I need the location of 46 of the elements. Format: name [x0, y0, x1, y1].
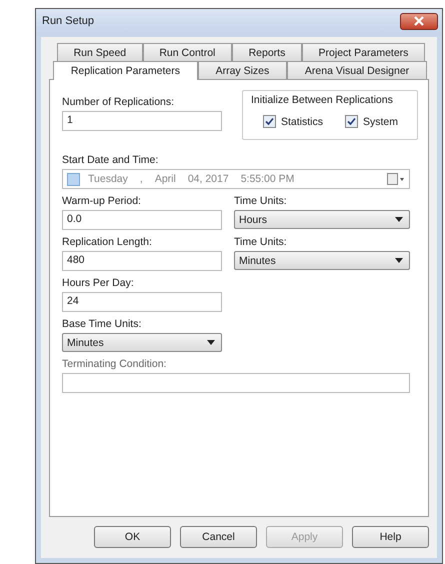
tab[interactable]: Reports: [232, 43, 302, 61]
date-part: ,: [140, 173, 143, 185]
tab[interactable]: Replication Parameters: [53, 61, 198, 80]
input-field[interactable]: 480: [62, 251, 222, 271]
checkbox-label: System: [363, 116, 398, 128]
dialog-button[interactable]: Cancel: [180, 526, 257, 548]
field-label: Warm-up Period:: [62, 195, 142, 207]
dialog-button[interactable]: Help: [352, 526, 429, 548]
date-time-picker[interactable]: Tuesday , April 04, 2017 5:55:00 PM: [62, 169, 410, 189]
input-field[interactable]: 1: [62, 111, 222, 131]
group-title: Initialize Between Replications: [251, 94, 394, 106]
time-part: 5:55:00 PM: [240, 173, 294, 185]
field-label: Replication Length:: [62, 236, 153, 248]
checkbox[interactable]: [345, 115, 358, 128]
input-field[interactable]: 0.0: [62, 210, 222, 230]
window-title: Run Setup: [42, 15, 94, 27]
tab[interactable]: Run Control: [142, 43, 232, 61]
field-label: Base Time Units:: [62, 318, 142, 330]
dropdown[interactable]: Minutes: [234, 251, 410, 270]
field-label: Number of Replications:: [62, 96, 176, 108]
caret-icon: [395, 258, 403, 263]
field-label: Terminating Condition:: [62, 358, 168, 370]
close-icon: [413, 16, 425, 26]
checkbox[interactable]: [67, 172, 80, 186]
close-button[interactable]: [400, 12, 438, 30]
tab[interactable]: Array Sizes: [198, 61, 288, 79]
tab[interactable]: Run Speed: [57, 43, 143, 61]
dialog-button[interactable]: OK: [94, 526, 171, 548]
caret-icon: [207, 340, 215, 345]
field-label: Start Date and Time:: [62, 154, 160, 166]
field-label: Time Units:: [234, 195, 288, 207]
input-field[interactable]: [62, 373, 410, 393]
dropdown[interactable]: Minutes: [62, 333, 222, 352]
checkbox[interactable]: [263, 115, 276, 128]
tab[interactable]: Arena Visual Designer: [287, 61, 427, 79]
checkbox-label: Statistics: [281, 116, 324, 128]
field-label: Hours Per Day:: [62, 277, 135, 289]
dropdown[interactable]: Hours: [234, 210, 410, 229]
input-field[interactable]: 24: [62, 292, 222, 312]
field-label: Time Units:: [234, 236, 288, 248]
date-part: April: [154, 173, 176, 185]
date-part: 04, 2017: [188, 173, 229, 185]
calendar-dropdown-icon: [387, 173, 405, 185]
caret-icon: [395, 217, 403, 222]
date-part: Tuesday: [88, 173, 128, 185]
tab[interactable]: Project Parameters: [302, 43, 426, 61]
